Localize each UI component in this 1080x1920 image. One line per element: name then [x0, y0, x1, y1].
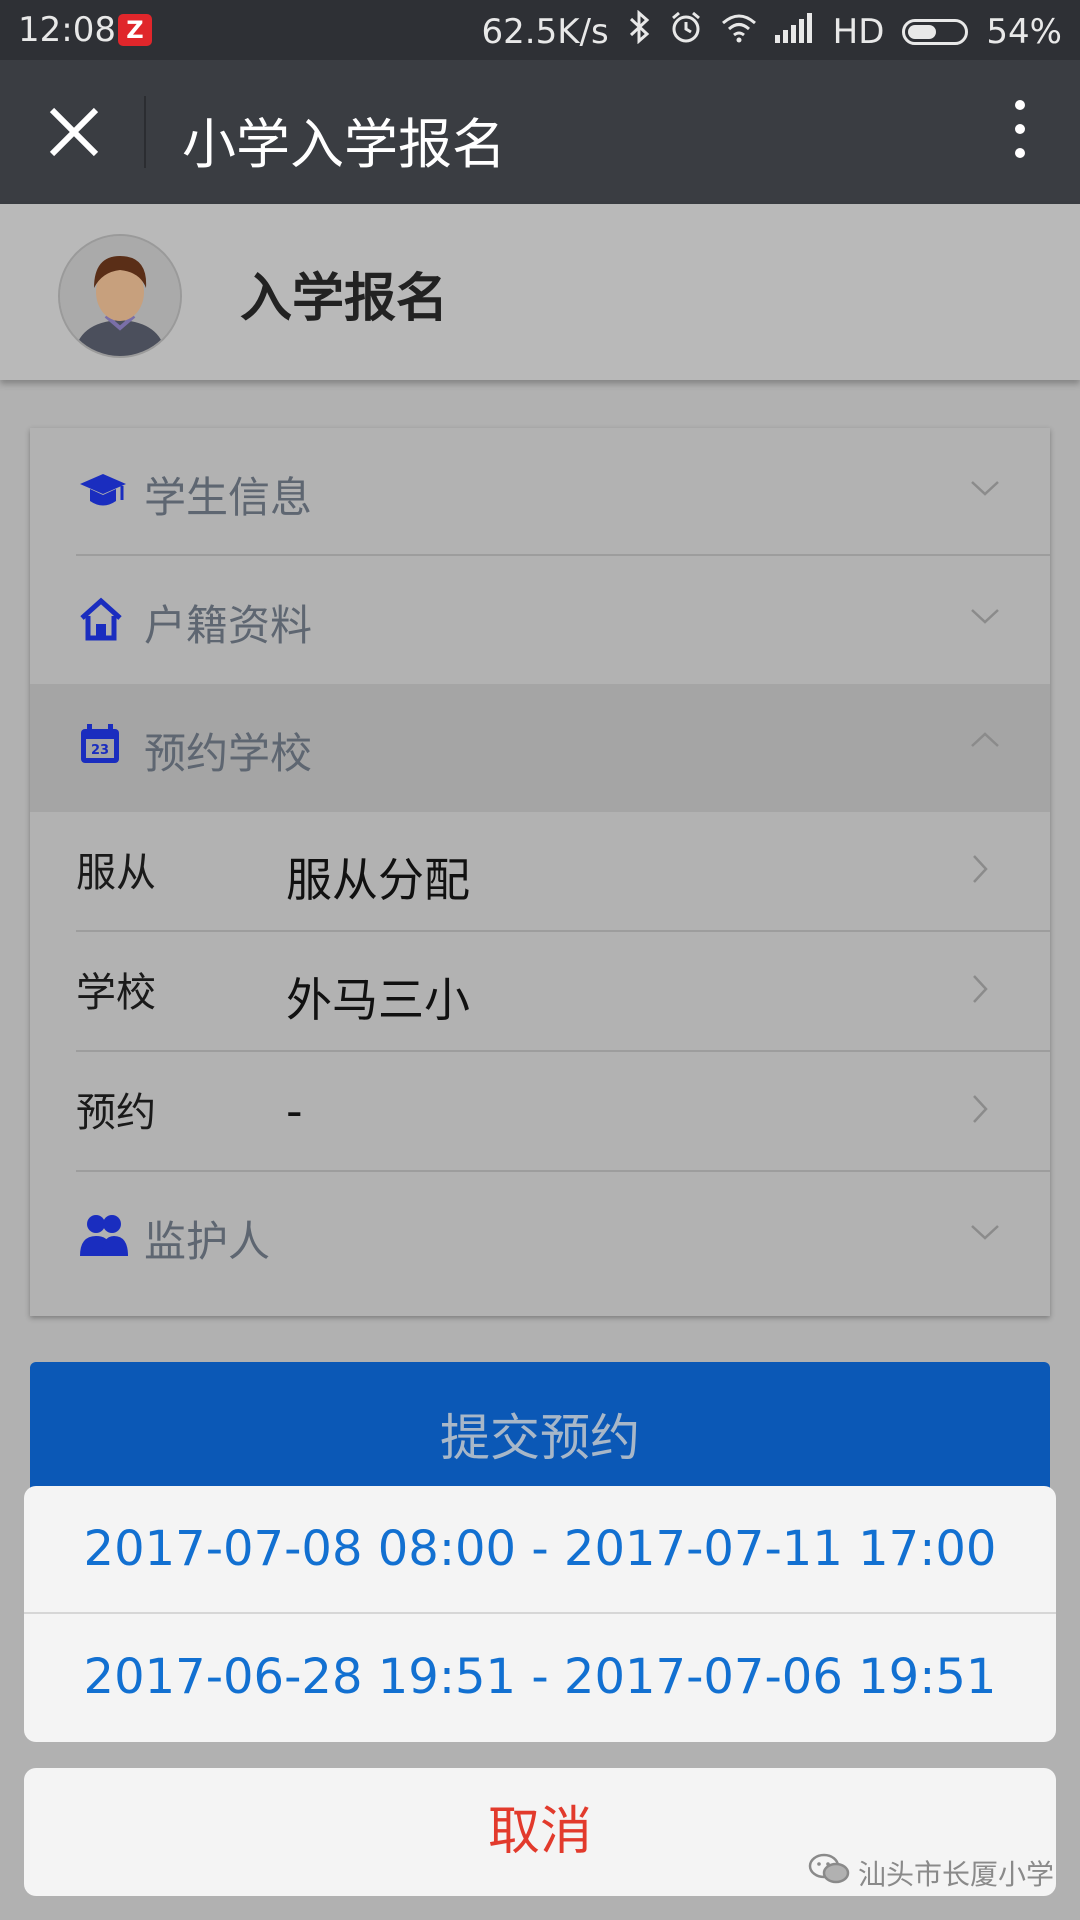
- chevron-down-icon: [970, 478, 1000, 508]
- section-household[interactable]: 户籍资料: [30, 556, 1050, 684]
- chevron-down-icon: [970, 1222, 1000, 1252]
- battery-percent: 54%: [986, 11, 1062, 52]
- wechat-icon: [808, 1852, 850, 1893]
- section-label: 监护人: [144, 1217, 271, 1266]
- watermark: 汕头市长厦小学: [808, 1852, 1054, 1893]
- section-label: 户籍资料: [144, 601, 313, 650]
- section-label: 预约学校: [144, 729, 313, 778]
- field-label: 学校: [76, 970, 156, 1016]
- net-speed: 62.5K/s: [481, 11, 609, 52]
- close-icon[interactable]: [44, 102, 104, 162]
- field-row-obey[interactable]: 服从 服从分配: [30, 812, 1050, 932]
- bluetooth-icon: [627, 9, 651, 53]
- calendar-icon: 23: [78, 722, 124, 768]
- section-student-info[interactable]: 学生信息: [30, 428, 1050, 556]
- battery-icon: [902, 18, 969, 45]
- field-value: 服从分配: [286, 853, 470, 907]
- watermark-text: 汕头市长厦小学: [857, 1857, 1054, 1891]
- status-time: 12:08: [18, 10, 116, 50]
- title-divider: [144, 96, 146, 168]
- app-notification-icon: Z: [118, 14, 152, 46]
- chevron-right-icon: [970, 1094, 1000, 1124]
- field-value: -: [286, 1084, 303, 1138]
- wifi-icon: [721, 12, 757, 52]
- calendar-day: 23: [91, 743, 109, 758]
- time-slot-option[interactable]: 2017-07-08 08:00 - 2017-07-11 17:00: [24, 1486, 1056, 1612]
- field-row-school[interactable]: 学校 外马三小: [30, 932, 1050, 1052]
- network-type: HD: [832, 11, 885, 52]
- section-label: 学生信息: [144, 473, 313, 522]
- users-icon: [78, 1212, 128, 1258]
- chevron-right-icon: [970, 974, 1000, 1004]
- chevron-down-icon: [970, 606, 1000, 636]
- home-icon: [78, 596, 124, 642]
- submit-label: 提交预约: [440, 1409, 640, 1467]
- submit-booking-button[interactable]: 提交预约: [30, 1362, 1050, 1502]
- form-panel: 学生信息 户籍资料 23 预约学校 服从 服从分配 学校 外马三小 预约 - 监…: [30, 428, 1050, 1316]
- field-label: 预约: [76, 1090, 156, 1136]
- alarm-icon: [669, 10, 703, 53]
- page-title: 小学入学报名: [182, 113, 506, 176]
- status-bar: 12:08 Z 62.5K/s HD 54%: [0, 0, 1080, 60]
- battery-fill: [908, 24, 937, 39]
- field-row-appointment[interactable]: 预约 -: [30, 1052, 1050, 1172]
- section-book-school[interactable]: 23 预约学校: [30, 684, 1050, 812]
- time-slot-option[interactable]: 2017-06-28 19:51 - 2017-07-06 19:51: [24, 1614, 1056, 1740]
- section-guardian[interactable]: 监护人: [30, 1172, 1050, 1300]
- chevron-up-icon: [970, 730, 1000, 760]
- chevron-right-icon: [970, 854, 1000, 884]
- field-label: 服从: [76, 850, 156, 896]
- status-icons: 62.5K/s HD 54%: [481, 9, 1062, 53]
- profile-header: 入学报名: [0, 204, 1080, 380]
- signal-icon: [774, 12, 815, 52]
- header-title: 入学报名: [240, 269, 449, 329]
- more-vertical-icon[interactable]: [990, 100, 1050, 170]
- graduation-cap-icon: [78, 468, 126, 514]
- field-value: 外马三小: [286, 973, 470, 1027]
- time-slot-action-sheet: 2017-07-08 08:00 - 2017-07-11 17:00 2017…: [24, 1486, 1056, 1742]
- title-bar: 小学入学报名: [0, 60, 1080, 204]
- avatar: [58, 234, 182, 358]
